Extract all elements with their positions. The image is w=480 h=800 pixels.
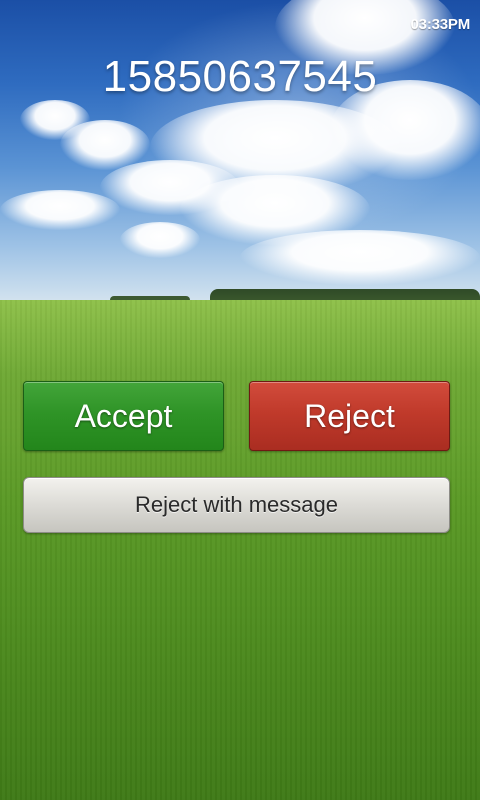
cloud xyxy=(120,222,200,258)
grass-field xyxy=(0,300,480,800)
reject-with-message-button[interactable]: Reject with message xyxy=(23,477,450,533)
cloud xyxy=(240,230,480,285)
reject-button-label: Reject xyxy=(304,397,395,434)
cloud xyxy=(20,100,90,140)
accept-button[interactable]: Accept xyxy=(23,381,224,451)
caller-number: 15850637545 xyxy=(102,52,378,101)
reject-with-message-label: Reject with message xyxy=(135,492,338,517)
reject-button[interactable]: Reject xyxy=(249,381,450,451)
status-bar-time: 03:33PM xyxy=(410,16,471,33)
accept-button-label: Accept xyxy=(74,397,173,434)
cloud xyxy=(0,190,120,230)
incoming-call-screen: 03:33PM 15850637545 Accept Reject Reject… xyxy=(0,0,480,800)
